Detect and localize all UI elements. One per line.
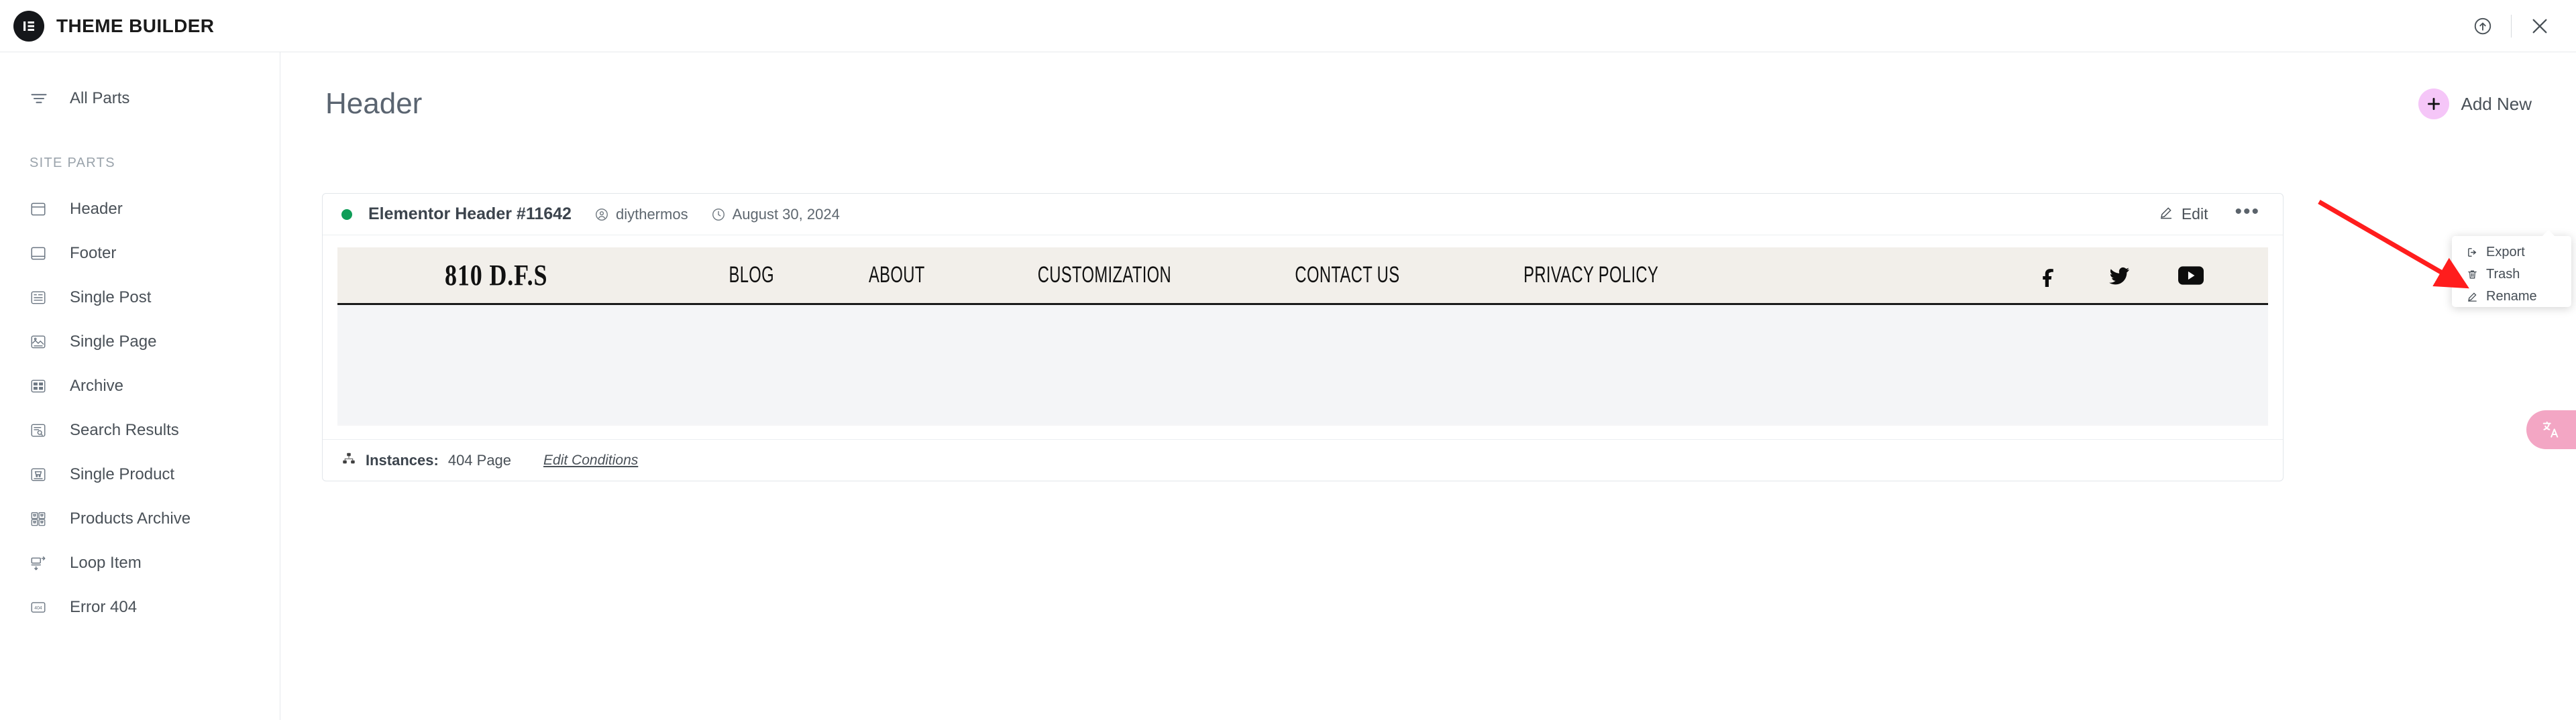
translate-icon	[2542, 421, 2559, 438]
archive-grid-icon	[30, 377, 55, 395]
add-new-button[interactable]: Add New	[2418, 88, 2532, 119]
instances-value: 404 Page	[447, 451, 512, 469]
template-preview[interactable]: 810 D.F.S BLOG ABOUT CUSTOMIZATION CONTA…	[323, 235, 2283, 439]
menu-item-label: Export	[2486, 245, 2525, 259]
sidebar-item-archive[interactable]: Archive	[0, 364, 280, 408]
sidebar-item-single-page[interactable]: Single Page	[0, 320, 280, 364]
loop-item-icon	[30, 554, 55, 572]
template-card: Elementor Header #11642 diythermos Augus…	[322, 193, 2284, 481]
ellipsis-icon[interactable]: •••	[2235, 201, 2260, 221]
add-new-label: Add New	[2461, 93, 2532, 114]
menu-item-trash[interactable]: Trash	[2452, 263, 2571, 286]
card-header: Elementor Header #11642 diythermos Augus…	[323, 194, 2283, 235]
sidebar-item-label: Error 404	[70, 598, 138, 616]
sidebar-item-footer[interactable]: Footer	[0, 231, 280, 276]
preview-body	[337, 305, 2268, 424]
elementor-logo-icon	[13, 10, 44, 42]
pencil-icon	[2159, 205, 2174, 224]
instances-label: Instances:	[366, 451, 439, 469]
sitemap-icon	[341, 451, 356, 469]
close-icon[interactable]	[2521, 7, 2559, 45]
sidebar-item-products-archive[interactable]: Products Archive	[0, 497, 280, 541]
sidebar-item-label: Footer	[70, 244, 117, 262]
divider	[2511, 14, 2512, 38]
svg-text:404: 404	[34, 606, 42, 611]
page-title: Header	[325, 87, 423, 120]
edit-button[interactable]: Edit	[2159, 205, 2208, 224]
sidebar-item-label: Products Archive	[70, 509, 191, 528]
nav-item-blog[interactable]: BLOG	[729, 262, 775, 288]
products-archive-icon	[30, 510, 55, 528]
template-name: Elementor Header #11642	[368, 204, 572, 223]
search-results-icon	[30, 422, 55, 439]
sidebar: All Parts SITE PARTS Header Footer Singl…	[0, 52, 280, 720]
nav-item-about[interactable]: ABOUT	[869, 262, 925, 288]
twitter-icon[interactable]	[2107, 263, 2131, 288]
sidebar-item-label: Loop Item	[70, 554, 142, 572]
plus-icon	[2418, 88, 2449, 119]
date-value: August 30, 2024	[732, 205, 840, 223]
menu-item-label: Rename	[2486, 289, 2537, 304]
single-page-icon	[30, 333, 55, 351]
preview-frame: 810 D.F.S BLOG ABOUT CUSTOMIZATION CONTA…	[337, 247, 2268, 426]
site-header-bar: 810 D.F.S BLOG ABOUT CUSTOMIZATION CONTA…	[337, 247, 2268, 305]
site-nav: BLOG ABOUT CUSTOMIZATION CONTACT US PRIV…	[683, 262, 2037, 288]
footer-layout-icon	[30, 245, 55, 262]
help-circle-icon[interactable]	[2464, 7, 2502, 45]
clock-icon	[711, 207, 726, 222]
translate-widget-button[interactable]	[2526, 410, 2576, 449]
sidebar-item-label: Single Product	[70, 465, 175, 483]
header-layout-icon	[30, 200, 55, 218]
site-social-links	[2037, 263, 2204, 288]
export-icon	[2467, 247, 2478, 258]
sidebar-item-label: Search Results	[70, 421, 179, 439]
nav-item-contact-us[interactable]: CONTACT US	[1295, 262, 1399, 288]
app-title: THEME BUILDER	[56, 15, 215, 36]
date-meta: August 30, 2024	[711, 206, 840, 223]
edit-label: Edit	[2181, 205, 2208, 223]
sidebar-item-header[interactable]: Header	[0, 187, 280, 231]
single-post-icon	[30, 289, 55, 306]
top-bar-actions	[2464, 0, 2576, 52]
top-bar: THEME BUILDER	[0, 0, 2576, 52]
single-product-icon	[30, 466, 55, 483]
sidebar-item-label: Header	[70, 200, 123, 218]
context-menu: Export Trash Rename	[2452, 230, 2571, 308]
trash-icon	[2467, 269, 2478, 280]
nav-item-customization[interactable]: CUSTOMIZATION	[1038, 262, 1171, 288]
pencil-icon	[2467, 291, 2478, 302]
card-actions: Edit •••	[2159, 201, 2260, 224]
author-name: diythermos	[615, 205, 688, 223]
sidebar-item-error-404[interactable]: 404 Error 404	[0, 585, 280, 629]
menu-item-export[interactable]: Export	[2452, 241, 2571, 263]
sidebar-item-all-parts[interactable]: All Parts	[0, 76, 280, 121]
sidebar-item-label: Single Post	[70, 288, 152, 306]
menu-item-rename[interactable]: Rename	[2452, 286, 2571, 308]
sidebar-item-loop-item[interactable]: Loop Item	[0, 541, 280, 585]
status-badge	[341, 208, 352, 220]
sidebar-item-label: All Parts	[70, 89, 130, 107]
filter-icon	[30, 89, 55, 108]
nav-item-privacy-policy[interactable]: PRIVACY POLICY	[1523, 262, 1658, 288]
youtube-icon[interactable]	[2178, 265, 2204, 286]
facebook-icon[interactable]	[2037, 264, 2060, 287]
menu-item-label: Trash	[2486, 267, 2520, 282]
brand: THEME BUILDER	[13, 10, 215, 42]
sidebar-item-single-post[interactable]: Single Post	[0, 276, 280, 320]
card-footer: Instances: 404 Page Edit Conditions	[323, 439, 2283, 481]
sidebar-item-single-product[interactable]: Single Product	[0, 453, 280, 497]
main-header: Header Add New	[281, 52, 2576, 121]
error-404-icon: 404	[30, 599, 55, 616]
sidebar-item-label: Single Page	[70, 333, 157, 351]
author-meta: diythermos	[594, 206, 688, 223]
user-circle-icon	[594, 207, 609, 222]
site-logo: 810 D.F.S	[445, 259, 548, 292]
sidebar-section-heading: SITE PARTS	[30, 156, 115, 170]
edit-conditions-link[interactable]: Edit Conditions	[543, 453, 638, 469]
sidebar-item-label: Archive	[70, 377, 124, 395]
sidebar-item-search-results[interactable]: Search Results	[0, 408, 280, 453]
